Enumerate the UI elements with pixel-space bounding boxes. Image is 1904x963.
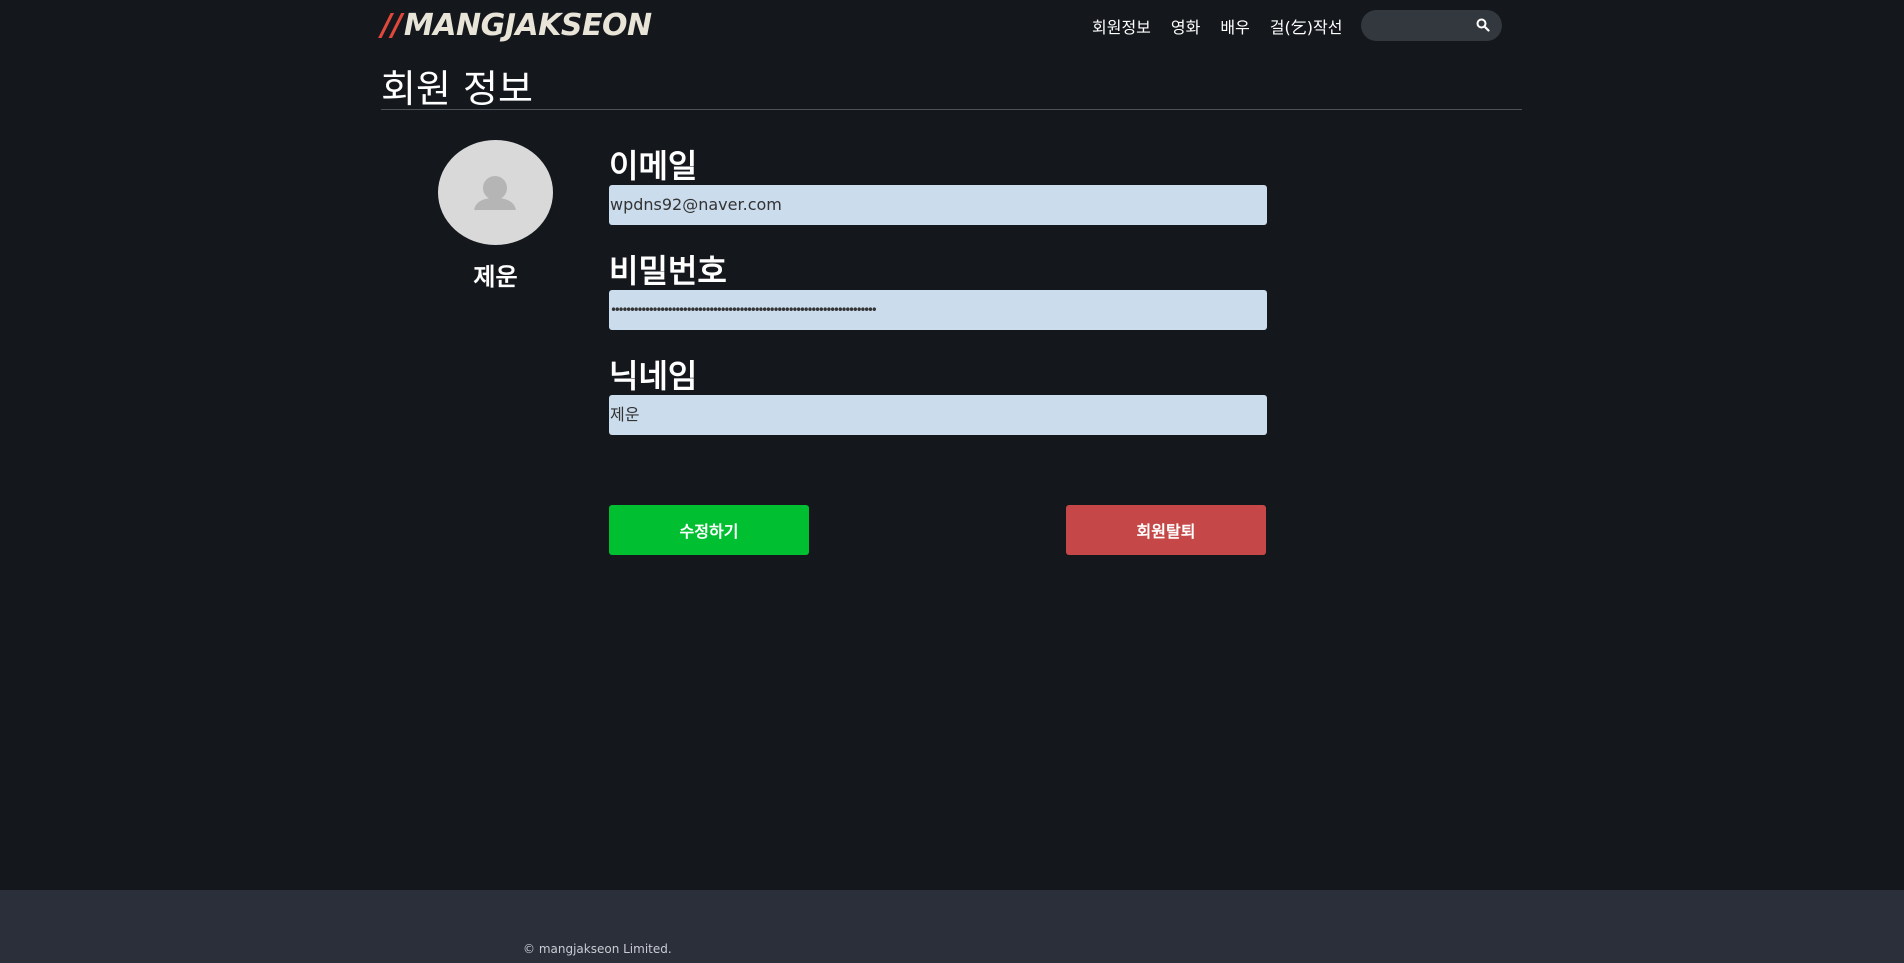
password-field[interactable]: ••••••••••••••••••••••••••••••••••••••••… bbox=[609, 290, 1267, 330]
site-logo[interactable]: //MANGJAKSEON bbox=[381, 8, 652, 43]
nickname-field[interactable]: 제운 bbox=[609, 395, 1267, 435]
nav-item-member-info[interactable]: 회원정보 bbox=[1092, 14, 1151, 38]
footer: © mangjakseon Limited. bbox=[0, 890, 1904, 963]
search-input[interactable] bbox=[1361, 10, 1502, 41]
withdraw-button[interactable]: 회원탈퇴 bbox=[1066, 505, 1266, 555]
email-label: 이메일 bbox=[609, 147, 698, 185]
logo-slashes: // bbox=[381, 8, 402, 43]
page-title: 회원 정보 bbox=[381, 67, 533, 111]
nav-item-actors[interactable]: 배우 bbox=[1220, 14, 1249, 38]
copyright-text: © mangjakseon Limited. bbox=[523, 942, 672, 956]
user-icon bbox=[474, 176, 516, 210]
search-icon[interactable] bbox=[1476, 17, 1492, 33]
password-label: 비밀번호 bbox=[609, 252, 727, 290]
avatar bbox=[438, 140, 553, 245]
logo-text: MANGJAKSEON bbox=[403, 8, 652, 43]
nav-item-masterpieces[interactable]: 걸(乞)작선 bbox=[1270, 14, 1343, 38]
email-field[interactable]: wpdns92@naver.com bbox=[609, 185, 1267, 225]
main-nav: 회원정보 영화 배우 걸(乞)작선 bbox=[1092, 14, 1362, 38]
edit-button[interactable]: 수정하기 bbox=[609, 505, 809, 555]
nickname-label: 닉네임 bbox=[609, 357, 698, 395]
title-divider bbox=[381, 109, 1522, 110]
profile-name: 제운 bbox=[473, 263, 518, 291]
nav-item-movies[interactable]: 영화 bbox=[1171, 14, 1200, 38]
